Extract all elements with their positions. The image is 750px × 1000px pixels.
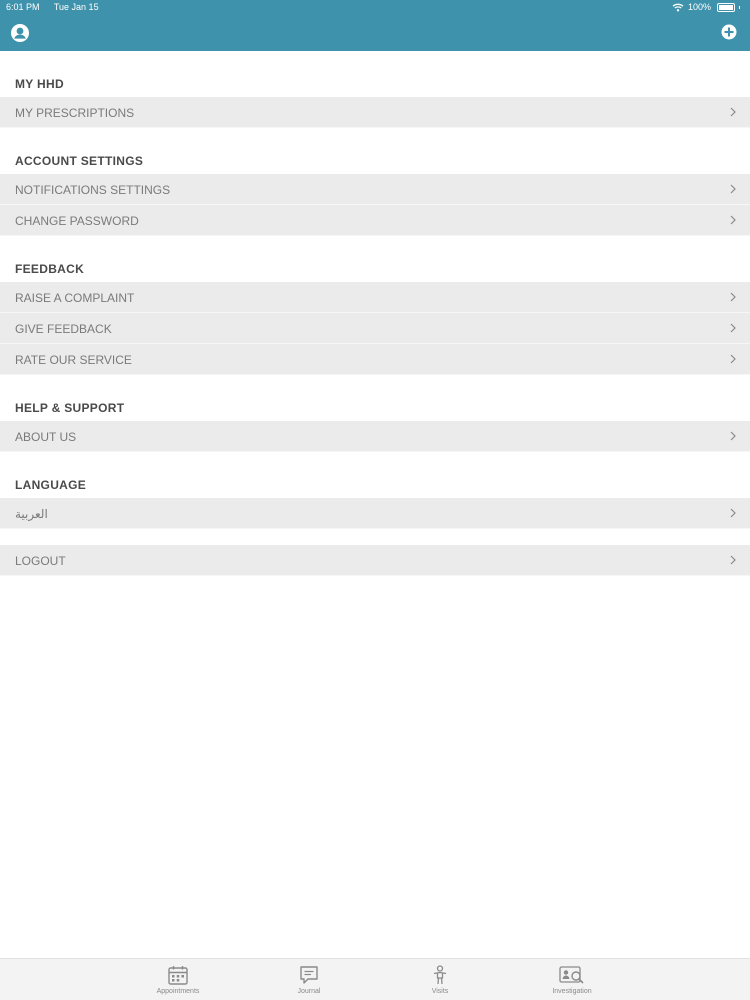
tab-investigation[interactable]: Investigation — [532, 964, 612, 995]
chevron-right-icon — [730, 323, 736, 333]
add-button[interactable] — [720, 23, 740, 43]
list-item-my-prescriptions[interactable]: MY PRESCRIPTIONS — [0, 97, 750, 128]
list-item-notifications-settings[interactable]: NOTIFICATIONS SETTINGS — [0, 174, 750, 205]
section-title-account-settings: ACCOUNT SETTINGS — [15, 154, 144, 168]
tab-label: Appointments — [156, 988, 200, 995]
list-item-label: MY PRESCRIPTIONS — [15, 106, 135, 120]
chat-bubble-icon — [300, 966, 318, 984]
list-item-label: ABOUT US — [15, 430, 77, 444]
status-time: 6:01 PM — [6, 2, 40, 12]
list-item-language-arabic[interactable]: العربية — [0, 498, 750, 529]
status-bar: 6:01 PM Tue Jan 15 100% — [0, 0, 750, 14]
tab-visits[interactable]: Visits — [400, 964, 480, 995]
list-item-label: العربية — [15, 507, 48, 521]
list-item-label: GIVE FEEDBACK — [15, 322, 112, 336]
navigation-bar — [0, 14, 750, 51]
chevron-right-icon — [730, 508, 736, 518]
section-title-feedback: FEEDBACK — [15, 262, 85, 276]
tab-bar: Appointments Journal Visits Investigatio… — [0, 958, 750, 1000]
profile-button[interactable] — [10, 23, 30, 43]
tab-appointments[interactable]: Appointments — [138, 964, 218, 995]
status-right: 100% — [672, 0, 740, 14]
list-item-change-password[interactable]: CHANGE PASSWORD — [0, 205, 750, 236]
battery-tip — [739, 5, 740, 9]
list-item-label: RATE OUR SERVICE — [15, 353, 132, 367]
calendar-icon — [168, 966, 188, 985]
logout-button[interactable]: LOGOUT — [0, 545, 750, 576]
status-left: 6:01 PM Tue Jan 15 — [6, 0, 111, 14]
list-item-rate-our-service[interactable]: RATE OUR SERVICE — [0, 344, 750, 375]
list-item-about-us[interactable]: ABOUT US — [0, 421, 750, 452]
battery-icon — [717, 2, 735, 12]
chevron-right-icon — [730, 555, 736, 565]
logout-label: LOGOUT — [15, 554, 66, 568]
list-item-give-feedback[interactable]: GIVE FEEDBACK — [0, 313, 750, 344]
chevron-right-icon — [730, 184, 736, 194]
chevron-right-icon — [730, 107, 736, 117]
list-item-raise-complaint[interactable]: RAISE A COMPLAINT — [0, 282, 750, 313]
section-title-language: LANGUAGE — [15, 478, 87, 492]
chevron-right-icon — [730, 215, 736, 225]
settings-list: MY HHD MY PRESCRIPTIONS ACCOUNT SETTINGS… — [0, 51, 750, 576]
list-item-label: CHANGE PASSWORD — [15, 214, 139, 228]
chevron-right-icon — [730, 431, 736, 441]
section-title-my-hhd: MY HHD — [15, 77, 64, 91]
list-item-label: RAISE A COMPLAINT — [15, 291, 135, 305]
person-icon — [433, 965, 447, 985]
investigation-icon — [559, 966, 584, 984]
tab-label: Visits — [431, 988, 449, 995]
chevron-right-icon — [730, 354, 736, 364]
status-date: Tue Jan 15 — [53, 2, 99, 12]
chevron-right-icon — [730, 292, 736, 302]
profile-icon — [11, 24, 29, 42]
tab-journal[interactable]: Journal — [269, 964, 349, 995]
tab-label: Investigation — [552, 988, 592, 995]
tab-label: Journal — [297, 988, 321, 995]
add-circle-icon — [721, 24, 737, 40]
wifi-icon — [672, 3, 684, 11]
battery-percentage: 100% — [687, 2, 711, 12]
section-title-help-support: HELP & SUPPORT — [15, 401, 125, 415]
list-item-label: NOTIFICATIONS SETTINGS — [15, 183, 171, 197]
